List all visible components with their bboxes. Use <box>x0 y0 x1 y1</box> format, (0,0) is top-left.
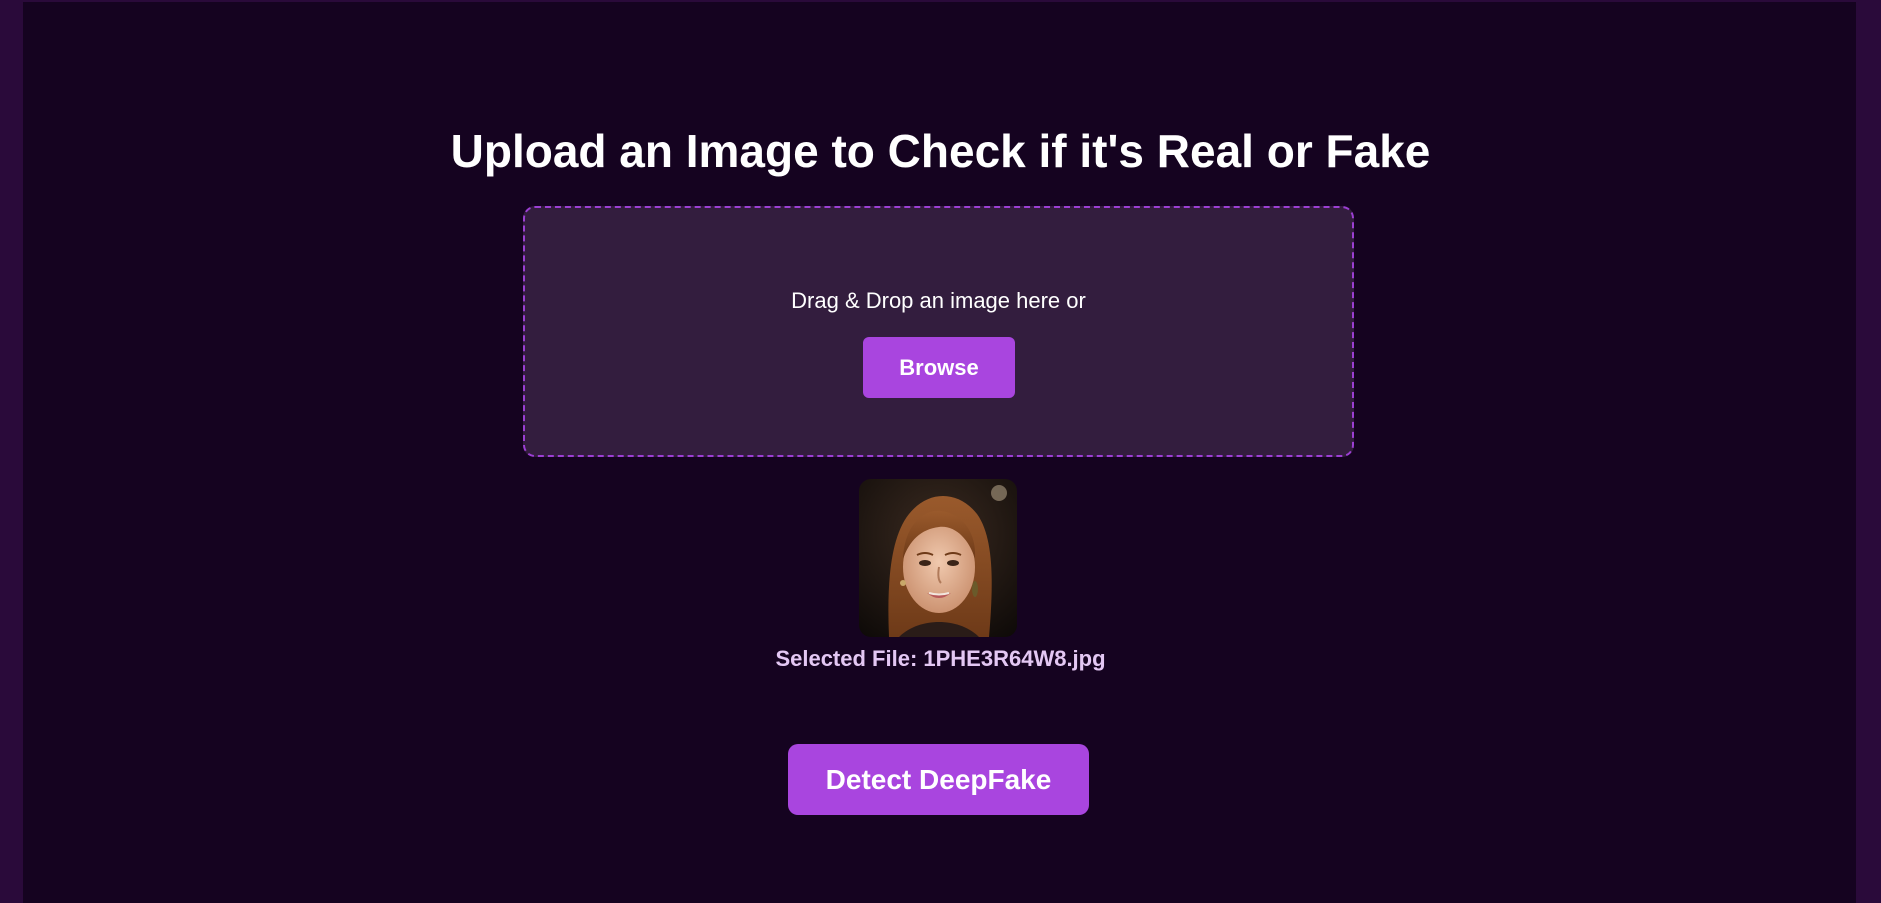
selected-file-label: Selected File: 1PHE3R64W8.jpg <box>775 646 1106 671</box>
image-preview <box>859 479 1017 637</box>
dropzone-prompt: Drag & Drop an image here or <box>791 288 1086 313</box>
page-title: Upload an Image to Check if it's Real or… <box>450 125 1431 177</box>
detect-deepfake-button[interactable]: Detect DeepFake <box>788 744 1089 815</box>
portrait-thumbnail <box>859 479 1017 637</box>
browse-button[interactable]: Browse <box>863 337 1015 398</box>
image-dropzone[interactable]: Drag & Drop an image here or Browse <box>523 206 1354 457</box>
